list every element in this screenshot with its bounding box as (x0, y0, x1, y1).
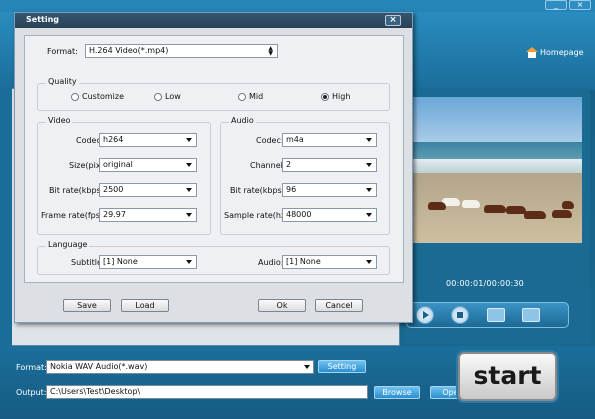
audio-codec-select[interactable]: m4a (282, 133, 377, 147)
horse (506, 206, 526, 214)
stop-icon (457, 312, 463, 318)
audio-samplerate-select[interactable]: 48000 (282, 208, 377, 222)
output-format-value: Nokia WAV Audio(*.wav) (50, 362, 148, 371)
audio-track-value: [1] None (286, 257, 321, 266)
output-format-select[interactable]: Nokia WAV Audio(*.wav) (46, 360, 314, 374)
audio-codec-value: m4a (286, 135, 304, 144)
video-size-select[interactable]: original (99, 158, 197, 172)
start-button[interactable]: start (458, 352, 557, 401)
radio-label: Mid (249, 92, 264, 101)
audio-channel-value: 2 (286, 160, 292, 169)
horse (562, 201, 574, 209)
video-framerate-select[interactable]: 29.97 (99, 208, 197, 222)
browse-button[interactable]: Browse (374, 386, 420, 399)
cancel-button[interactable]: Cancel (315, 299, 363, 312)
home-icon (526, 47, 538, 58)
radio-label: High (332, 92, 351, 101)
close-icon[interactable]: × (385, 15, 401, 26)
radio-icon (71, 92, 79, 101)
ok-button[interactable]: Ok (258, 299, 306, 312)
radio-low[interactable]: Low (154, 92, 181, 101)
audio-bitrate-label: Bit rate(kbps): (230, 186, 288, 195)
radio-customize[interactable]: Customize (71, 92, 124, 101)
audio-bitrate-select[interactable]: 96 (282, 183, 377, 197)
language-title: Language (46, 240, 90, 249)
dialog-title-bar[interactable]: Setting (15, 13, 412, 28)
radio-high[interactable]: High (321, 92, 350, 101)
chevron-down-icon (366, 213, 372, 217)
radio-mid[interactable]: Mid (238, 92, 263, 101)
homepage-link[interactable]: Homepage (526, 47, 584, 58)
setting-dialog: Setting × Format: H.264 Video(*.mp4) ▲ ▼ … (14, 12, 413, 323)
video-framerate-value: 29.97 (103, 210, 126, 219)
audio-bitrate-value: 96 (286, 185, 297, 194)
audio-codec-label: Codec: (256, 136, 284, 145)
format-select[interactable]: H.264 Video(*.mp4) ▲ ▼ (85, 44, 278, 58)
quality-title: Quality (46, 77, 79, 86)
subtitle-value: [1] None (103, 257, 138, 266)
radio-icon (238, 92, 246, 101)
chevron-down-icon (186, 163, 192, 167)
format-value: H.264 Video(*.mp4) (89, 46, 169, 55)
horse (484, 205, 506, 213)
audio-title: Audio (229, 116, 256, 125)
close-icon[interactable]: × (569, 0, 591, 10)
chevron-down-icon (366, 163, 372, 167)
load-button[interactable]: Load (121, 299, 169, 312)
radio-label: Customize (82, 92, 124, 101)
horse (462, 200, 480, 208)
video-size-value: original (103, 160, 133, 169)
updown-icon: ▲ ▼ (268, 45, 273, 57)
chevron-down-icon (366, 188, 372, 192)
video-framerate-label: Frame rate(fps): (41, 211, 106, 220)
preview-sky (406, 97, 582, 142)
folder-icon[interactable] (522, 308, 540, 322)
horse (552, 210, 572, 218)
audio-samplerate-label: Sample rate(hz): (224, 211, 291, 220)
format-label: Format: (47, 47, 78, 56)
homepage-label: Homepage (540, 48, 584, 57)
minimize-button[interactable]: _ (545, 0, 567, 10)
chevron-down-icon (186, 260, 192, 264)
video-preview (406, 97, 582, 243)
chevron-down-icon (304, 365, 310, 369)
audio-channel-label: Channel: (250, 161, 286, 170)
radio-label: Low (165, 92, 181, 101)
radio-selected-icon (321, 92, 329, 101)
chevron-down-icon (366, 260, 372, 264)
output-format-label: Format: (16, 363, 47, 372)
setting-button[interactable]: Setting (318, 360, 366, 373)
chevron-down-icon (186, 213, 192, 217)
output-path-label: Output: (16, 388, 47, 397)
video-bitrate-value: 2500 (103, 185, 124, 194)
save-button[interactable]: Save (63, 299, 111, 312)
horse (428, 202, 446, 210)
playback-time: 00:00:01/00:00:30 (446, 279, 524, 288)
video-bitrate-select[interactable]: 2500 (99, 183, 197, 197)
audio-channel-select[interactable]: 2 (282, 158, 377, 172)
video-codec-value: h264 (103, 135, 124, 144)
chevron-down-icon (186, 138, 192, 142)
radio-icon (154, 92, 162, 101)
horse (524, 211, 546, 219)
audio-samplerate-value: 48000 (286, 210, 312, 219)
chevron-down-icon (366, 138, 372, 142)
stop-button[interactable] (451, 306, 469, 324)
app-title-bar (0, 0, 595, 12)
video-codec-select[interactable]: h264 (99, 133, 197, 147)
dialog-title: Setting (26, 15, 59, 24)
output-path-field[interactable]: C:\Users\Test\Desktop\ (46, 385, 368, 399)
audio-track-select[interactable]: [1] None (282, 255, 377, 269)
preview-surf (406, 159, 582, 173)
subtitle-select[interactable]: [1] None (99, 255, 197, 269)
chevron-down-icon (186, 188, 192, 192)
play-button[interactable] (416, 306, 434, 324)
left-edge-strip (0, 88, 12, 346)
audio-track-label: Audio: (258, 258, 284, 267)
snapshot-icon[interactable] (487, 308, 505, 322)
video-title: Video (46, 116, 73, 125)
video-bitrate-label: Bit rate(kbps): (49, 186, 107, 195)
play-icon (423, 311, 429, 319)
